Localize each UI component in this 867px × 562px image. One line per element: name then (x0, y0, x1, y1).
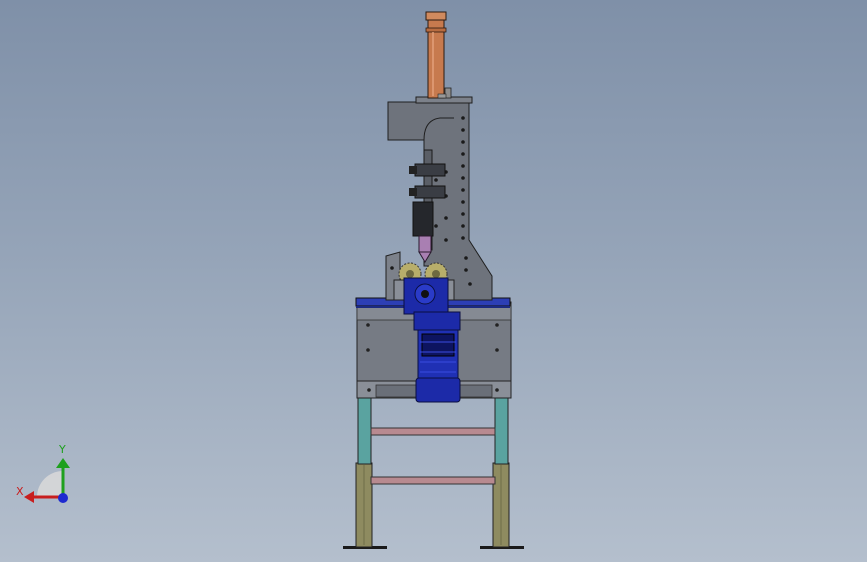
lower-legs (355, 462, 510, 548)
z-axis-dot (58, 493, 68, 503)
triad-quadrant (37, 471, 63, 497)
triad-axes (24, 458, 70, 503)
x-axis-arrowhead (24, 491, 34, 503)
motor (413, 311, 461, 403)
y-axis-label: Y (59, 443, 66, 456)
y-axis-arrowhead (56, 458, 70, 468)
press-machine-model[interactable] (0, 0, 867, 562)
cross-bars (370, 427, 496, 485)
3d-viewport[interactable]: Y X (0, 0, 867, 562)
x-axis-label: X (16, 485, 24, 498)
hydraulic-cylinder (425, 11, 452, 99)
